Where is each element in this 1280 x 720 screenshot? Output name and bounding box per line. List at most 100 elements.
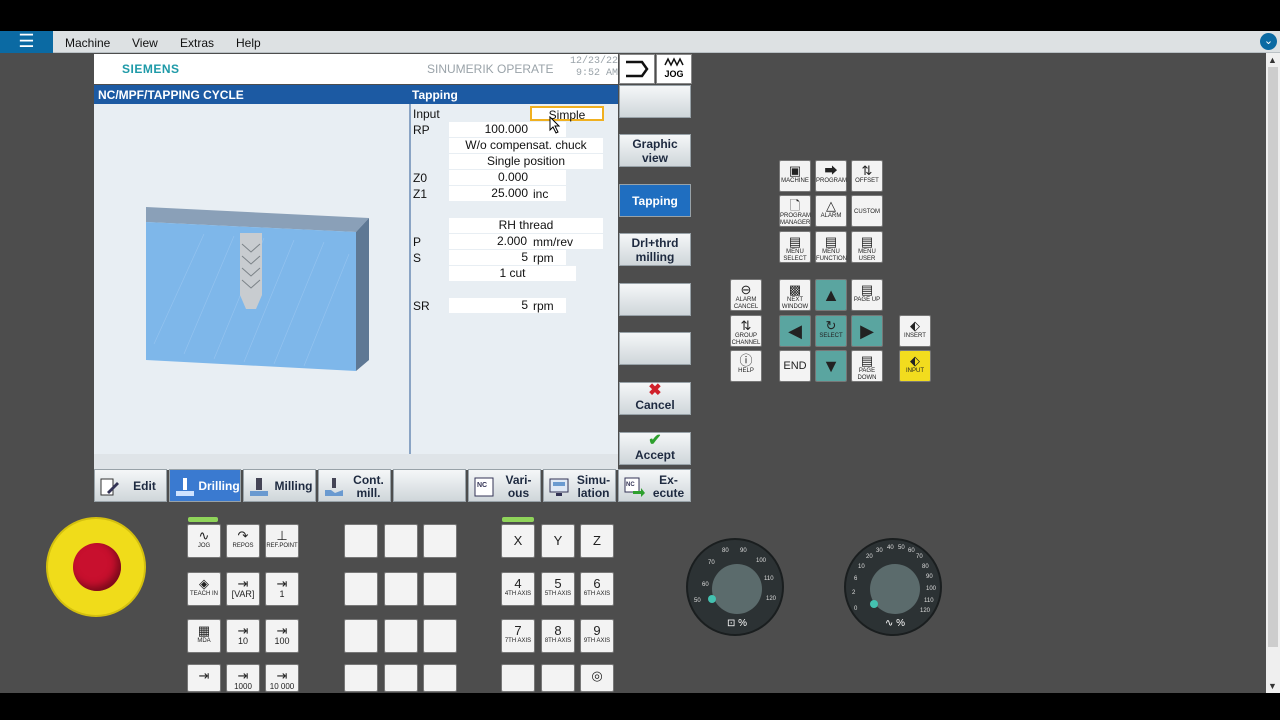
auto-key[interactable]: ⇥ bbox=[187, 664, 221, 692]
jog-key[interactable]: ∿ JOG bbox=[187, 524, 221, 558]
custom-key[interactable]: CUSTOM bbox=[851, 195, 883, 227]
scroll-down-icon[interactable]: ▼ bbox=[1268, 681, 1277, 691]
edit-button[interactable]: Edit bbox=[94, 469, 167, 502]
alarm-key[interactable]: △ ALARM bbox=[815, 195, 847, 227]
end-key[interactable]: END bbox=[779, 350, 811, 382]
param-p-field[interactable]: 2.000 bbox=[449, 234, 603, 249]
drilling-button[interactable]: Drilling bbox=[169, 469, 241, 502]
axis-7-key[interactable]: 7 7TH AXIS bbox=[501, 619, 535, 653]
mda-key[interactable]: ▦ MDA bbox=[187, 619, 221, 653]
arrow-right-key[interactable]: ▶ bbox=[851, 315, 883, 347]
param-z1-unit[interactable]: inc bbox=[533, 187, 548, 201]
user-key-10[interactable] bbox=[344, 664, 378, 692]
param-p-unit[interactable]: mm/rev bbox=[533, 235, 573, 249]
param-pos-select[interactable]: Single position bbox=[449, 154, 603, 169]
param-cut-select[interactable]: 1 cut bbox=[449, 266, 576, 281]
next-window-key[interactable]: ▩ NEXT WINDOW bbox=[779, 279, 811, 311]
axis-blank-1[interactable] bbox=[501, 664, 535, 692]
machine-key[interactable]: ▣ MACHINE bbox=[779, 160, 811, 192]
param-comp-select[interactable]: W/o compensat. chuck bbox=[449, 138, 603, 153]
param-z0-field[interactable]: 0.000 bbox=[449, 170, 566, 185]
axis-x-key[interactable]: X bbox=[501, 524, 535, 558]
inc-100-key[interactable]: ⇥ 100 bbox=[265, 619, 299, 653]
ref-point-key[interactable]: ⊥ REF.POINT bbox=[265, 524, 299, 558]
inc-10-key[interactable]: ⇥ 10 bbox=[226, 619, 260, 653]
graphic-view-button[interactable]: Graphic view bbox=[619, 134, 691, 167]
vsk-blank-2[interactable] bbox=[619, 283, 691, 316]
accept-button[interactable]: ✔ Accept bbox=[619, 432, 691, 465]
program-manager-key[interactable]: 🗋 PROGRAM MANAGER bbox=[779, 195, 811, 227]
page-down-key[interactable]: ▤ PAGE DOWN bbox=[851, 350, 883, 382]
param-input-select[interactable]: Simple bbox=[530, 106, 604, 122]
user-key-12[interactable] bbox=[423, 664, 457, 692]
page-up-key[interactable]: ▤ PAGE UP bbox=[851, 279, 883, 311]
select-key[interactable]: ↻ SELECT bbox=[815, 315, 847, 347]
user-key-9[interactable] bbox=[423, 619, 457, 653]
axis-4-key[interactable]: 4 4TH AXIS bbox=[501, 572, 535, 606]
hamburger-menu-icon[interactable]: ☰ bbox=[0, 31, 53, 53]
alarm-cancel-key[interactable]: ⊖ ALARM CANCEL bbox=[730, 279, 762, 311]
teach-in-key[interactable]: ◈ TEACH IN bbox=[187, 572, 221, 606]
menu-select-key[interactable]: ▤ MENU SELECT bbox=[779, 231, 811, 263]
inc-1-key[interactable]: ⇥ 1 bbox=[265, 572, 299, 606]
user-key-11[interactable] bbox=[384, 664, 418, 692]
user-key-2[interactable] bbox=[384, 524, 418, 558]
axis-6-key[interactable]: 6 6TH AXIS bbox=[580, 572, 614, 606]
user-key-6[interactable] bbox=[423, 572, 457, 606]
inc-10000-key[interactable]: ⇥ 10 000 bbox=[265, 664, 299, 692]
cont-mill-button[interactable]: Cont. mill. bbox=[318, 469, 391, 502]
scroll-up-icon[interactable]: ▲ bbox=[1268, 55, 1277, 65]
milling-button[interactable]: Milling bbox=[243, 469, 316, 502]
tapping-button[interactable]: Tapping bbox=[619, 184, 691, 217]
axis-9-key[interactable]: 9 9TH AXIS bbox=[580, 619, 614, 653]
axis-y-key[interactable]: Y bbox=[541, 524, 575, 558]
menu-help[interactable]: Help bbox=[236, 36, 261, 50]
menu-machine[interactable]: Machine bbox=[65, 36, 110, 50]
repos-key[interactable]: ↷ REPOS bbox=[226, 524, 260, 558]
simulation-button[interactable]: Simu- lation bbox=[543, 469, 616, 502]
menu-function-key[interactable]: ▤ MENU FUNCTION bbox=[815, 231, 847, 263]
axis-8-key[interactable]: 8 8TH AXIS bbox=[541, 619, 575, 653]
drl-thrd-milling-button[interactable]: Drl+thrd milling bbox=[619, 233, 691, 266]
axis-blank-2[interactable] bbox=[541, 664, 575, 692]
param-s-unit[interactable]: rpm bbox=[533, 251, 554, 265]
execute-button[interactable]: NC Ex- ecute bbox=[618, 469, 691, 502]
user-key-1[interactable] bbox=[344, 524, 378, 558]
param-z1-field[interactable]: 25.000 bbox=[449, 186, 566, 201]
axis-z-key[interactable]: Z bbox=[580, 524, 614, 558]
user-key-5[interactable] bbox=[384, 572, 418, 606]
spindle-override-dial[interactable]: 0 2 6 10 20 30 40 50 60 70 80 90 100 110… bbox=[844, 538, 942, 636]
rapid-traverse-key[interactable]: ◎ bbox=[580, 664, 614, 692]
user-key-8[interactable] bbox=[384, 619, 418, 653]
scrollbar-thumb[interactable] bbox=[1268, 67, 1278, 647]
chevron-down-icon[interactable]: ⌄ bbox=[1260, 33, 1277, 50]
user-key-3[interactable] bbox=[423, 524, 457, 558]
menu-extras[interactable]: Extras bbox=[180, 36, 214, 50]
emergency-stop-button[interactable] bbox=[73, 543, 121, 591]
vertical-scrollbar[interactable]: ▲ ▼ bbox=[1266, 53, 1280, 693]
var-key[interactable]: ⇥ [VAR] bbox=[226, 572, 260, 606]
feed-override-dial[interactable]: 60 70 80 90 100 110 120 50 ⊡ % bbox=[686, 538, 784, 636]
hsk-blank[interactable] bbox=[393, 469, 466, 502]
arrow-up-key[interactable]: ▲ bbox=[815, 279, 847, 311]
spindle-override-knob[interactable] bbox=[870, 564, 920, 614]
input-key[interactable]: ⬖ INPUT bbox=[899, 350, 931, 382]
inc-1000-key[interactable]: ⇥ 1000 bbox=[226, 664, 260, 692]
group-channel-key[interactable]: ⇅ GROUP CHANNEL bbox=[730, 315, 762, 347]
user-key-4[interactable] bbox=[344, 572, 378, 606]
feed-override-knob[interactable] bbox=[712, 564, 762, 614]
menu-user-key[interactable]: ▤ MENU USER bbox=[851, 231, 883, 263]
cancel-button[interactable]: ✖ Cancel bbox=[619, 382, 691, 415]
program-key[interactable]: ⮕ PROGRAM bbox=[815, 160, 847, 192]
various-button[interactable]: NC Vari- ous bbox=[468, 469, 541, 502]
user-key-7[interactable] bbox=[344, 619, 378, 653]
arrow-left-key[interactable]: ◀ bbox=[779, 315, 811, 347]
vsk-blank-3[interactable] bbox=[619, 332, 691, 365]
axis-5-key[interactable]: 5 5TH AXIS bbox=[541, 572, 575, 606]
arrow-down-key[interactable]: ▼ bbox=[815, 350, 847, 382]
insert-key[interactable]: ⬖ INSERT bbox=[899, 315, 931, 347]
help-key[interactable]: ⓘ HELP bbox=[730, 350, 762, 382]
menu-view[interactable]: View bbox=[132, 36, 158, 50]
param-thread-select[interactable]: RH thread bbox=[449, 218, 603, 233]
offset-key[interactable]: ⇅ OFFSET bbox=[851, 160, 883, 192]
